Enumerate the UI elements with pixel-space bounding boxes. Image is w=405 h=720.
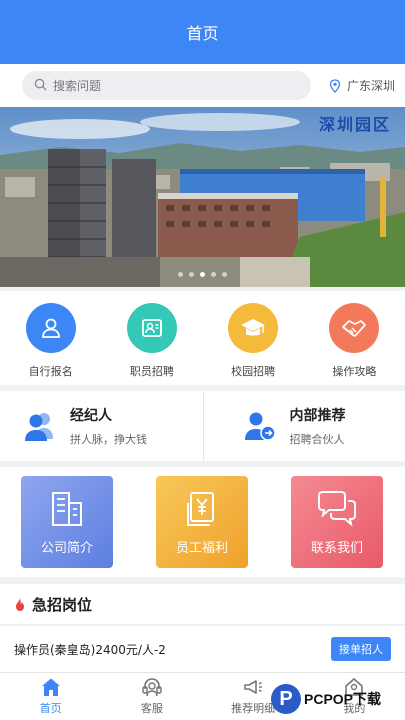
employee-benefits-card[interactable]: 员工福利: [156, 476, 248, 568]
search-bar: 广东深圳: [0, 64, 405, 107]
contact-us-card[interactable]: 联系我们: [291, 476, 383, 568]
carousel-dot[interactable]: [189, 272, 194, 277]
internal-referral-title: 内部推荐: [289, 408, 346, 424]
action-label: 职员招聘: [129, 365, 174, 378]
tab-home[interactable]: 首页: [0, 673, 101, 720]
watermark-logo: P: [271, 684, 301, 714]
pcpop-watermark: P PCPOP下载: [271, 682, 401, 716]
company-intro-label: 公司简介: [40, 541, 93, 556]
company-intro-card[interactable]: 公司简介: [21, 476, 113, 568]
chat-bubbles-icon: [318, 491, 356, 527]
action-campus-recruit[interactable]: 校园招聘: [203, 291, 304, 385]
urgent-jobs-header: 急招岗位: [0, 584, 405, 624]
agent-title: 经纪人: [70, 408, 112, 424]
referral-section: 经纪人 拼人脉，挣大钱 内部推荐 招聘合伙人: [0, 391, 405, 461]
top-bar: 首页: [0, 0, 405, 64]
take-order-button[interactable]: 接单招人: [331, 637, 391, 661]
urgent-jobs-title: 急招岗位: [32, 595, 93, 614]
location-selector[interactable]: 广东深圳: [329, 64, 395, 107]
carousel-dot[interactable]: [222, 272, 227, 277]
page-title: 首页: [186, 24, 219, 43]
feature-cards: 公司简介 员工福利 联系我们: [0, 467, 405, 577]
job-title: 操作员(秦皇岛)2400元/人-2: [14, 642, 166, 657]
handshake-icon: [329, 303, 380, 353]
agent-subtitle: 拼人脉，挣大钱: [70, 433, 147, 446]
action-staff-recruit[interactable]: 职员招聘: [101, 291, 202, 385]
action-label: 校园招聘: [231, 365, 276, 378]
megaphone-icon: [244, 680, 263, 694]
search-input[interactable]: [53, 78, 283, 93]
tab-label: 推荐明细: [231, 702, 276, 715]
location-label: 广东深圳: [346, 79, 395, 93]
graduation-cap-icon: [228, 303, 279, 353]
id-card-icon: [126, 303, 177, 353]
carousel-dot-active[interactable]: [200, 272, 205, 277]
employee-benefits-label: 员工福利: [175, 541, 228, 556]
banner-carousel[interactable]: 深圳园区: [0, 107, 405, 287]
internal-referral-subtitle: 招聘合伙人: [289, 433, 345, 446]
banner-title: 深圳园区: [318, 115, 391, 134]
internal-referral-entry[interactable]: 内部推荐 招聘合伙人: [202, 391, 405, 461]
tab-label: 客服: [140, 702, 163, 715]
action-label: 操作攻略: [332, 365, 377, 378]
contact-us-label: 联系我们: [310, 541, 363, 556]
search-icon: [34, 76, 47, 95]
users-icon: [25, 413, 53, 441]
agent-entry[interactable]: 经纪人 拼人脉，挣大钱: [0, 391, 203, 461]
building-icon: [52, 492, 82, 526]
action-self-register[interactable]: 自行报名: [0, 291, 101, 385]
fire-icon: [16, 597, 24, 611]
user-icon: [25, 303, 76, 353]
action-label: 自行报名: [28, 365, 73, 378]
watermark-text: PCPOP下载: [304, 691, 382, 707]
tab-customer-service[interactable]: 客服: [101, 673, 202, 720]
home-icon: [41, 678, 60, 696]
location-pin-icon: [329, 78, 341, 93]
job-list-item[interactable]: 操作员(秦皇岛)2400元/人-2 接单招人: [0, 626, 405, 672]
tab-label: 首页: [39, 702, 62, 715]
carousel-dot[interactable]: [178, 272, 183, 277]
headset-icon: [142, 678, 162, 697]
user-share-icon: [244, 412, 276, 441]
action-guide[interactable]: 操作攻略: [304, 291, 405, 385]
quick-actions: 自行报名 职员招聘 校园招聘 操作攻略: [0, 291, 405, 385]
carousel-indicator: [0, 272, 405, 277]
yen-document-icon: [187, 492, 214, 526]
carousel-dot[interactable]: [211, 272, 216, 277]
search-box[interactable]: [22, 71, 311, 100]
